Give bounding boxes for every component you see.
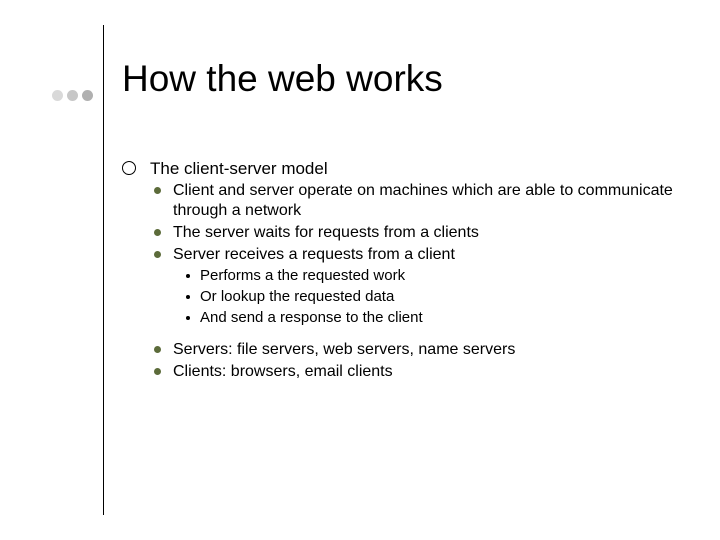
list-item-text: Server receives a requests from a client (173, 245, 455, 265)
list-item: The client-server model (122, 158, 680, 179)
dot-icon (52, 90, 63, 101)
dot-icon (186, 316, 190, 320)
list-item: Performs a the requested work (122, 267, 680, 286)
list-item: The server waits for requests from a cli… (122, 223, 680, 243)
list-item: Or lookup the requested data (122, 288, 680, 307)
disc-icon (154, 229, 161, 236)
list-item-text: Or lookup the requested data (200, 288, 394, 307)
decorative-dots (52, 90, 93, 101)
disc-icon (154, 346, 161, 353)
list-item: Client and server operate on machines wh… (122, 181, 680, 221)
dot-icon (82, 90, 93, 101)
slide-title: How the web works (122, 58, 443, 100)
list-item-text: Performs a the requested work (200, 267, 405, 286)
vertical-rule (103, 25, 104, 515)
list-item-text: The server waits for requests from a cli… (173, 223, 479, 243)
list-item: Server receives a requests from a client (122, 245, 680, 265)
list-item-text: Client and server operate on machines wh… (173, 181, 680, 221)
slide-body: The client-server model Client and serve… (122, 158, 680, 382)
disc-icon (154, 187, 161, 194)
disc-icon (154, 251, 161, 258)
list-item-text: Servers: file servers, web servers, name… (173, 340, 515, 360)
hollow-circle-icon (122, 161, 136, 175)
list-item-text: Clients: browsers, email clients (173, 362, 393, 382)
slide: How the web works The client-server mode… (0, 0, 720, 540)
list-item: Clients: browsers, email clients (122, 362, 680, 382)
disc-icon (154, 368, 161, 375)
dot-icon (186, 274, 190, 278)
list-item-text: The client-server model (150, 158, 328, 179)
list-item: And send a response to the client (122, 309, 680, 328)
list-item: Servers: file servers, web servers, name… (122, 340, 680, 360)
dot-icon (186, 295, 190, 299)
dot-icon (67, 90, 78, 101)
list-item-text: And send a response to the client (200, 309, 423, 328)
